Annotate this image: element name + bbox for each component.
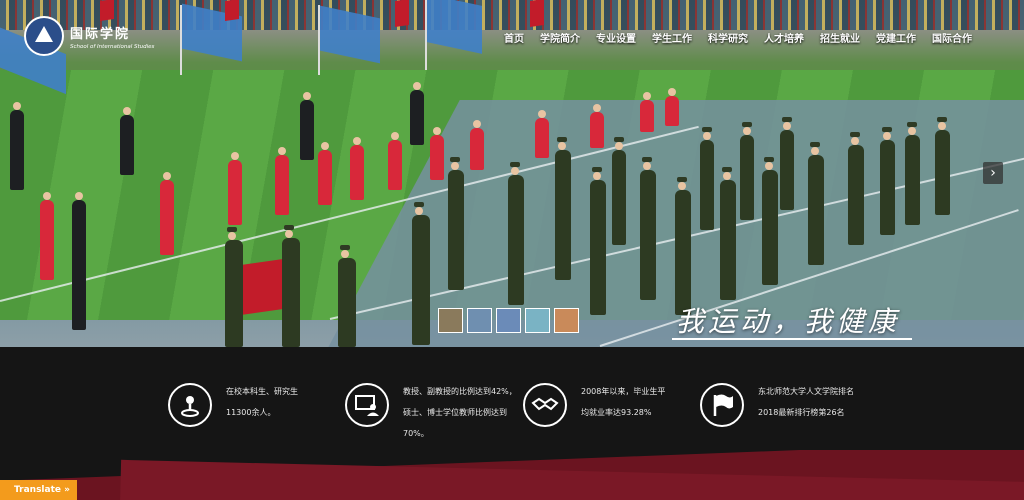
cheerleader bbox=[40, 192, 54, 280]
soldier bbox=[848, 132, 864, 245]
stat-ranking-text: 东北师范大学人文学院排名2018最新排行榜第26名 bbox=[758, 387, 854, 417]
soldier bbox=[740, 122, 754, 220]
slider-thumbnail[interactable] bbox=[467, 308, 492, 333]
cheerleader bbox=[535, 110, 549, 158]
slider-thumbnail[interactable] bbox=[554, 308, 579, 333]
slider-thumbnails bbox=[438, 308, 579, 333]
cheerleader bbox=[590, 104, 604, 148]
cheerleader bbox=[318, 142, 332, 205]
soldier bbox=[905, 122, 920, 225]
red-flag bbox=[225, 0, 239, 21]
cheerleader bbox=[228, 152, 242, 225]
soldier bbox=[590, 167, 606, 315]
main-nav: 首页 学院简介 专业设置 学生工作 科学研究 人才培养 招生就业 党建工作 国际… bbox=[496, 30, 980, 45]
cheerleader bbox=[275, 147, 289, 215]
nav-student-affairs[interactable]: 学生工作 bbox=[644, 30, 700, 45]
soldier bbox=[935, 117, 950, 215]
cheerleader bbox=[388, 132, 402, 190]
site-logo[interactable]: 国际学院 School of International Studies bbox=[24, 16, 154, 56]
slider-thumbnail[interactable] bbox=[525, 308, 550, 333]
soldier bbox=[225, 227, 243, 347]
soldier bbox=[780, 117, 794, 210]
teacher-board-icon bbox=[345, 383, 389, 427]
nav-admissions[interactable]: 招生就业 bbox=[812, 30, 868, 45]
stat-employment: 2008年以来，毕业生平均就业率达93.28% bbox=[523, 383, 673, 427]
nav-research[interactable]: 科学研究 bbox=[700, 30, 756, 45]
soldier bbox=[282, 225, 300, 347]
soldier bbox=[412, 202, 430, 345]
slogan-underline bbox=[672, 338, 912, 340]
soldier bbox=[555, 137, 571, 280]
nav-majors[interactable]: 专业设置 bbox=[588, 30, 644, 45]
stat-students: 在校本科生、研究生11300余人。 bbox=[168, 383, 316, 427]
nav-training[interactable]: 人才培养 bbox=[756, 30, 812, 45]
soldier bbox=[508, 162, 524, 305]
cheerleader bbox=[640, 92, 654, 132]
stat-students-text: 在校本科生、研究生11300余人。 bbox=[226, 387, 298, 417]
soldier bbox=[640, 157, 656, 300]
cheerleader bbox=[470, 120, 484, 170]
stat-ranking: 东北师范大学人文学院排名2018最新排行榜第26名 bbox=[700, 383, 854, 427]
soldier bbox=[808, 142, 824, 265]
slider-thumbnail[interactable] bbox=[496, 308, 521, 333]
cheerleader bbox=[350, 137, 364, 200]
soldier bbox=[700, 127, 714, 230]
nav-home[interactable]: 首页 bbox=[496, 30, 532, 45]
spectator bbox=[10, 102, 24, 190]
soldier bbox=[448, 157, 464, 290]
stat-faculty: 教授、副教授的比例达到42%，硕士、博士学位教师比例达到70%。 bbox=[345, 383, 523, 444]
logo-subtitle: School of International Studies bbox=[70, 43, 155, 50]
logo-title: 国际学院 bbox=[70, 26, 131, 42]
soldier bbox=[880, 127, 895, 235]
cheerleader bbox=[160, 172, 174, 255]
soldier bbox=[612, 137, 626, 245]
cheerleader bbox=[430, 127, 444, 180]
hero-slogan: 我运动，我健康 bbox=[676, 305, 901, 338]
spectator bbox=[120, 107, 134, 175]
nav-about[interactable]: 学院简介 bbox=[532, 30, 588, 45]
soldier bbox=[338, 245, 356, 347]
stat-faculty-text: 教授、副教授的比例达到42%，硕士、博士学位教师比例达到70%。 bbox=[403, 387, 517, 438]
nav-party[interactable]: 党建工作 bbox=[868, 30, 924, 45]
logo-emblem-icon bbox=[24, 16, 64, 56]
red-flag bbox=[240, 258, 284, 316]
person-pin-icon bbox=[168, 383, 212, 427]
spectator bbox=[410, 82, 424, 145]
blue-banner bbox=[427, 0, 482, 54]
slider-thumbnail[interactable] bbox=[438, 308, 463, 333]
decorative-stripes bbox=[0, 450, 1024, 500]
soldier bbox=[675, 177, 691, 315]
nav-international[interactable]: 国际合作 bbox=[924, 30, 980, 45]
photographer bbox=[72, 192, 86, 330]
stat-employment-text: 2008年以来，毕业生平均就业率达93.28% bbox=[581, 387, 666, 417]
soldier bbox=[762, 157, 778, 285]
handshake-icon bbox=[523, 383, 567, 427]
red-flag bbox=[395, 0, 409, 27]
translate-button[interactable]: Translate » bbox=[0, 480, 77, 500]
slider-next-button[interactable]: › bbox=[983, 162, 1003, 184]
flag-icon bbox=[700, 383, 744, 427]
spectator bbox=[300, 92, 314, 160]
red-flag bbox=[530, 0, 544, 27]
cheerleader bbox=[665, 88, 679, 126]
soldier bbox=[720, 167, 736, 300]
